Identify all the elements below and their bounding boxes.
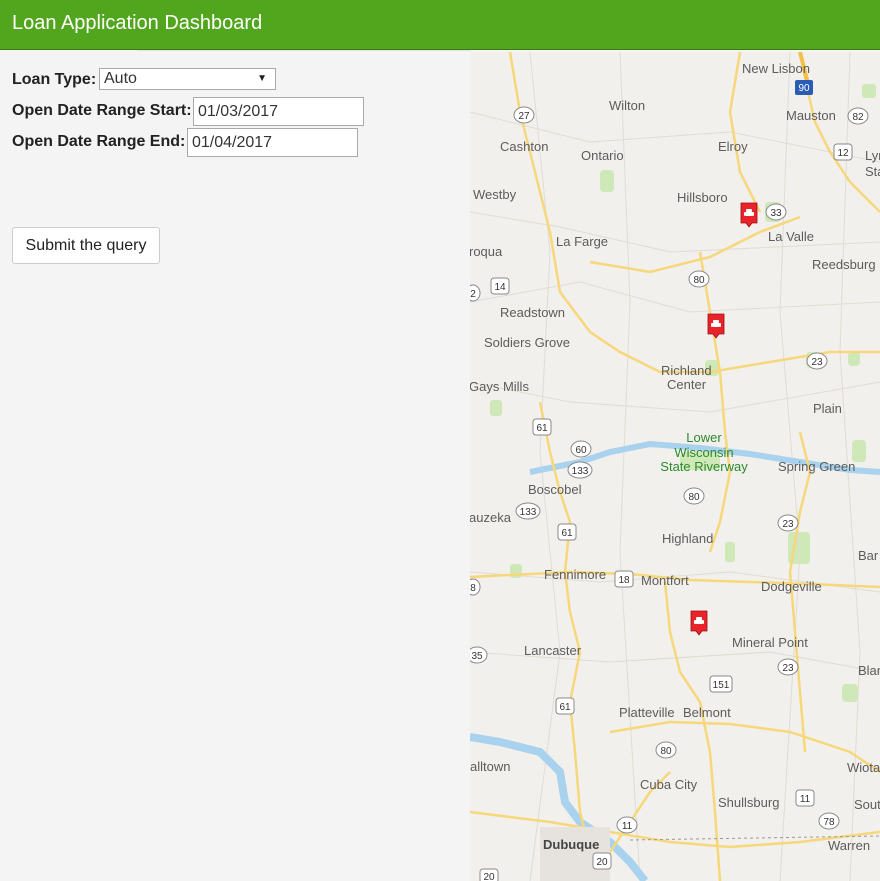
place-gays-mills: Gays Mills: [470, 379, 529, 394]
place-readstown: Readstown: [500, 305, 565, 320]
svg-text:27: 27: [518, 111, 530, 122]
svg-text:80: 80: [660, 746, 672, 757]
svg-text:State Riverway: State Riverway: [660, 459, 748, 474]
car-marker-icon[interactable]: [707, 313, 725, 339]
place-sout: Sout: [854, 797, 880, 812]
svg-text:23: 23: [811, 357, 823, 368]
place-roqua: roqua: [470, 244, 503, 259]
place-elroy: Elroy: [718, 139, 748, 154]
place-auzeka: auzeka: [470, 510, 512, 525]
map-canvas[interactable]: New Lisbon Mauston Lyn Sta Wilton Cashto…: [470, 52, 880, 881]
start-date-input[interactable]: 01/03/2017: [193, 97, 364, 126]
svg-text:133: 133: [520, 507, 537, 518]
place-fennimore: Fennimore: [544, 567, 606, 582]
place-hillsboro: Hillsboro: [677, 190, 728, 205]
svg-text:61: 61: [559, 702, 571, 713]
place-belmont: Belmont: [683, 705, 731, 720]
place-la-valle: La Valle: [768, 229, 814, 244]
place-reedsburg: Reedsburg: [812, 257, 876, 272]
place-westby: Westby: [473, 187, 517, 202]
place-spring-green: Spring Green: [778, 459, 855, 474]
place-highland: Highland: [662, 531, 713, 546]
place-warren: Warren: [828, 838, 870, 853]
svg-text:Lower: Lower: [686, 430, 722, 445]
svg-text:20: 20: [483, 872, 495, 881]
place-dubuque: Dubuque: [543, 837, 599, 852]
place-lyn: Lyn: [865, 148, 880, 163]
place-new-lisbon: New Lisbon: [742, 61, 810, 76]
svg-text:82: 82: [852, 112, 864, 123]
place-ontario: Ontario: [581, 148, 624, 163]
svg-text:78: 78: [823, 817, 835, 828]
place-cuba-city: Cuba City: [640, 777, 698, 792]
car-marker-icon[interactable]: [740, 202, 758, 228]
loan-type-value: Auto: [104, 70, 137, 87]
svg-text:11: 11: [622, 821, 633, 832]
svg-text:Wisconsin: Wisconsin: [674, 445, 733, 460]
place-lancaster: Lancaster: [524, 643, 582, 658]
place-mineral-point: Mineral Point: [732, 635, 808, 650]
svg-text:90: 90: [798, 83, 810, 94]
svg-text:12: 12: [837, 148, 849, 159]
place-boscobel: Boscobel: [528, 482, 582, 497]
start-date-label: Open Date Range Start:: [12, 102, 192, 119]
end-date-label: Open Date Range End:: [12, 133, 186, 150]
place-wiota: Wiota: [847, 760, 880, 775]
svg-text:33: 33: [770, 208, 782, 219]
place-bar: Bar: [858, 548, 879, 563]
svg-text:11: 11: [800, 794, 811, 805]
svg-text:8: 8: [470, 583, 476, 594]
place-dodgeville: Dodgeville: [761, 579, 822, 594]
svg-text:60: 60: [575, 445, 587, 456]
svg-text:80: 80: [693, 275, 705, 286]
place-shullsburg: Shullsburg: [718, 795, 779, 810]
svg-text:35: 35: [471, 651, 483, 662]
svg-text:14: 14: [494, 282, 506, 293]
loan-type-select[interactable]: Auto ▼: [99, 68, 276, 90]
dropdown-arrow-icon: ▼: [257, 73, 267, 84]
place-sta: Sta: [865, 164, 880, 179]
place-plain: Plain: [813, 401, 842, 416]
place-blan: Blan: [858, 663, 880, 678]
place-mauston: Mauston: [786, 108, 836, 123]
query-form: Loan Type: Auto ▼ Open Date Range Start:…: [0, 0, 470, 881]
place-wilton: Wilton: [609, 98, 645, 113]
svg-text:23: 23: [782, 663, 794, 674]
svg-text:151: 151: [713, 680, 730, 691]
end-date-input[interactable]: 01/04/2017: [187, 128, 358, 157]
place-richland: Richland: [661, 363, 712, 378]
place-montfort: Montfort: [641, 573, 689, 588]
place-la-farge: La Farge: [556, 234, 608, 249]
place-center: Center: [667, 377, 707, 392]
submit-button[interactable]: Submit the query: [12, 227, 160, 264]
loan-type-label: Loan Type:: [12, 71, 97, 88]
place-soldiers-grove: Soldiers Grove: [484, 335, 570, 350]
place-alltown: alltown: [470, 759, 510, 774]
svg-text:18: 18: [618, 575, 630, 586]
svg-text:61: 61: [561, 528, 573, 539]
place-cashton: Cashton: [500, 139, 548, 154]
svg-text:80: 80: [688, 492, 700, 503]
svg-text:61: 61: [536, 423, 548, 434]
svg-text:133: 133: [572, 466, 589, 477]
map-view[interactable]: New Lisbon Mauston Lyn Sta Wilton Cashto…: [470, 52, 880, 881]
svg-text:20: 20: [596, 857, 608, 868]
svg-text:2: 2: [470, 289, 476, 300]
place-platteville: Platteville: [619, 705, 675, 720]
svg-text:23: 23: [782, 519, 794, 530]
